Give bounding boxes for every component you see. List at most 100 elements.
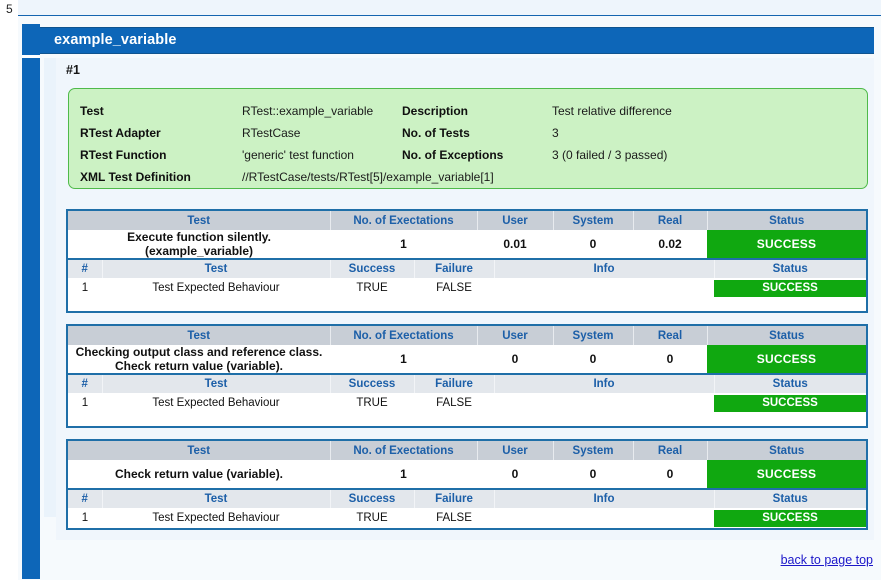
detail-info (494, 278, 714, 298)
col-header-detail-status: Status (714, 260, 866, 278)
detail-row: 1 Test Expected Behaviour TRUE FALSE SUC… (68, 508, 866, 528)
detail-header-row: # Test Success Failure Info Status (68, 260, 866, 278)
cell-status: SUCCESS (707, 460, 866, 488)
cell-user: 0.01 (477, 230, 553, 258)
table-row: Checking output class and reference clas… (68, 345, 866, 373)
col-header-num: # (68, 260, 103, 278)
test-block: Test No. of Exectations User System Real… (66, 209, 868, 313)
test-block: Test No. of Exectations User System Real… (66, 439, 868, 530)
summary-key-test: Test (80, 104, 104, 118)
col-header-detail-status: Status (714, 375, 866, 393)
col-header-failure: Failure (414, 375, 495, 393)
report-page: 5 example_variable #1 Test RTest::exampl… (0, 0, 881, 580)
cell-status: SUCCESS (707, 230, 866, 258)
col-header-info: Info (494, 375, 715, 393)
col-header-success: Success (330, 260, 415, 278)
test-description-line1: Check return value (variable). (114, 467, 284, 481)
cell-status: SUCCESS (707, 345, 866, 373)
summary-key-no-of-exceptions: No. of Exceptions (402, 148, 504, 162)
col-header-system: System (553, 211, 634, 230)
col-header-expectations: No. of Exectations (330, 441, 478, 460)
col-header-status: Status (707, 441, 866, 460)
cell-expectations: 1 (330, 230, 477, 258)
col-header-status: Status (707, 326, 866, 345)
top-strip (18, 0, 881, 15)
cell-real: 0 (633, 460, 707, 488)
test-summary-grid: Test RTest::example_variable Description… (80, 100, 802, 188)
summary-key-description: Description (402, 104, 469, 118)
cell-system: 0 (553, 230, 633, 258)
cell-system: 0 (553, 345, 633, 373)
col-header-user: User (477, 326, 554, 345)
table-row: Check return value (variable). 1 0 0 0 S… (68, 460, 866, 488)
summary-value-adapter: RTestCase (242, 126, 301, 140)
cell-real: 0 (633, 345, 707, 373)
test-summary-card: Test RTest::example_variable Description… (68, 88, 868, 189)
detail-test: Test Expected Behaviour (102, 508, 330, 528)
test-description-line2: (example_variable) (144, 244, 254, 258)
col-header-failure: Failure (414, 490, 495, 508)
col-header-detail-test: Test (102, 375, 331, 393)
cell-user: 0 (477, 345, 553, 373)
col-header-real: Real (633, 441, 708, 460)
status-badge: SUCCESS (707, 345, 866, 373)
run-index-label: #1 (66, 63, 80, 77)
test-block: Test No. of Exectations User System Real… (66, 324, 868, 428)
summary-value-function: 'generic' test function (242, 148, 354, 162)
col-header-status: Status (707, 211, 866, 230)
detail-failure: FALSE (414, 278, 494, 298)
left-rail-gap (22, 55, 40, 58)
col-header-expectations: No. of Exectations (330, 326, 478, 345)
col-header-system: System (553, 441, 634, 460)
detail-row: 1 Test Expected Behaviour TRUE FALSE SUC… (68, 278, 866, 298)
back-to-page-top-link[interactable]: back to page top (781, 553, 873, 567)
summary-value-test: RTest::example_variable (242, 104, 374, 118)
detail-header-row: # Test Success Failure Info Status (68, 490, 866, 508)
col-header-detail-test: Test (102, 490, 331, 508)
section-title-bar: example_variable (40, 27, 874, 54)
detail-test: Test Expected Behaviour (102, 393, 330, 413)
test-description-line1: Execute function silently. (127, 230, 271, 244)
expectation-table: Test No. of Exectations User System Real… (68, 441, 866, 488)
detail-info (494, 393, 714, 413)
cell-expectations: 1 (330, 460, 477, 488)
expectation-table: Test No. of Exectations User System Real… (68, 326, 866, 373)
detail-header-row: # Test Success Failure Info Status (68, 375, 866, 393)
col-header-system: System (553, 326, 634, 345)
summary-key-no-of-tests: No. of Tests (402, 126, 470, 140)
status-badge: SUCCESS (714, 279, 866, 297)
expectation-table: Test No. of Exectations User System Real… (68, 211, 866, 258)
page-title: example_variable (54, 32, 177, 48)
test-description: Check return value (variable). (68, 460, 330, 488)
col-header-test: Test (68, 211, 331, 230)
col-header-info: Info (494, 490, 715, 508)
col-header-real: Real (633, 326, 708, 345)
detail-status-cell: SUCCESS (714, 393, 866, 413)
summary-value-description: Test relative difference (552, 104, 672, 118)
col-header-info: Info (494, 260, 715, 278)
expectation-detail-table: # Test Success Failure Info Status 1 Tes… (68, 375, 866, 413)
detail-info (494, 508, 714, 528)
col-header-user: User (477, 441, 554, 460)
col-header-detail-test: Test (102, 260, 331, 278)
summary-key-adapter: RTest Adapter (80, 126, 161, 140)
detail-status-cell: SUCCESS (714, 278, 866, 298)
table-header-row: Test No. of Exectations User System Real… (68, 211, 866, 230)
detail-num: 1 (68, 508, 102, 528)
status-badge: SUCCESS (714, 394, 866, 412)
col-header-failure: Failure (414, 260, 495, 278)
detail-row: 1 Test Expected Behaviour TRUE FALSE SUC… (68, 393, 866, 413)
expectation-detail-table: # Test Success Failure Info Status 1 Tes… (68, 490, 866, 528)
col-header-expectations: No. of Exectations (330, 211, 478, 230)
page-number: 5 (6, 2, 13, 16)
col-header-success: Success (330, 490, 415, 508)
col-header-detail-status: Status (714, 490, 866, 508)
detail-failure: FALSE (414, 508, 494, 528)
detail-success: TRUE (330, 278, 414, 298)
status-badge: SUCCESS (707, 460, 866, 488)
detail-test: Test Expected Behaviour (102, 278, 330, 298)
detail-success: TRUE (330, 508, 414, 528)
detail-num: 1 (68, 278, 102, 298)
cell-user: 0 (477, 460, 553, 488)
status-badge: SUCCESS (707, 230, 866, 258)
